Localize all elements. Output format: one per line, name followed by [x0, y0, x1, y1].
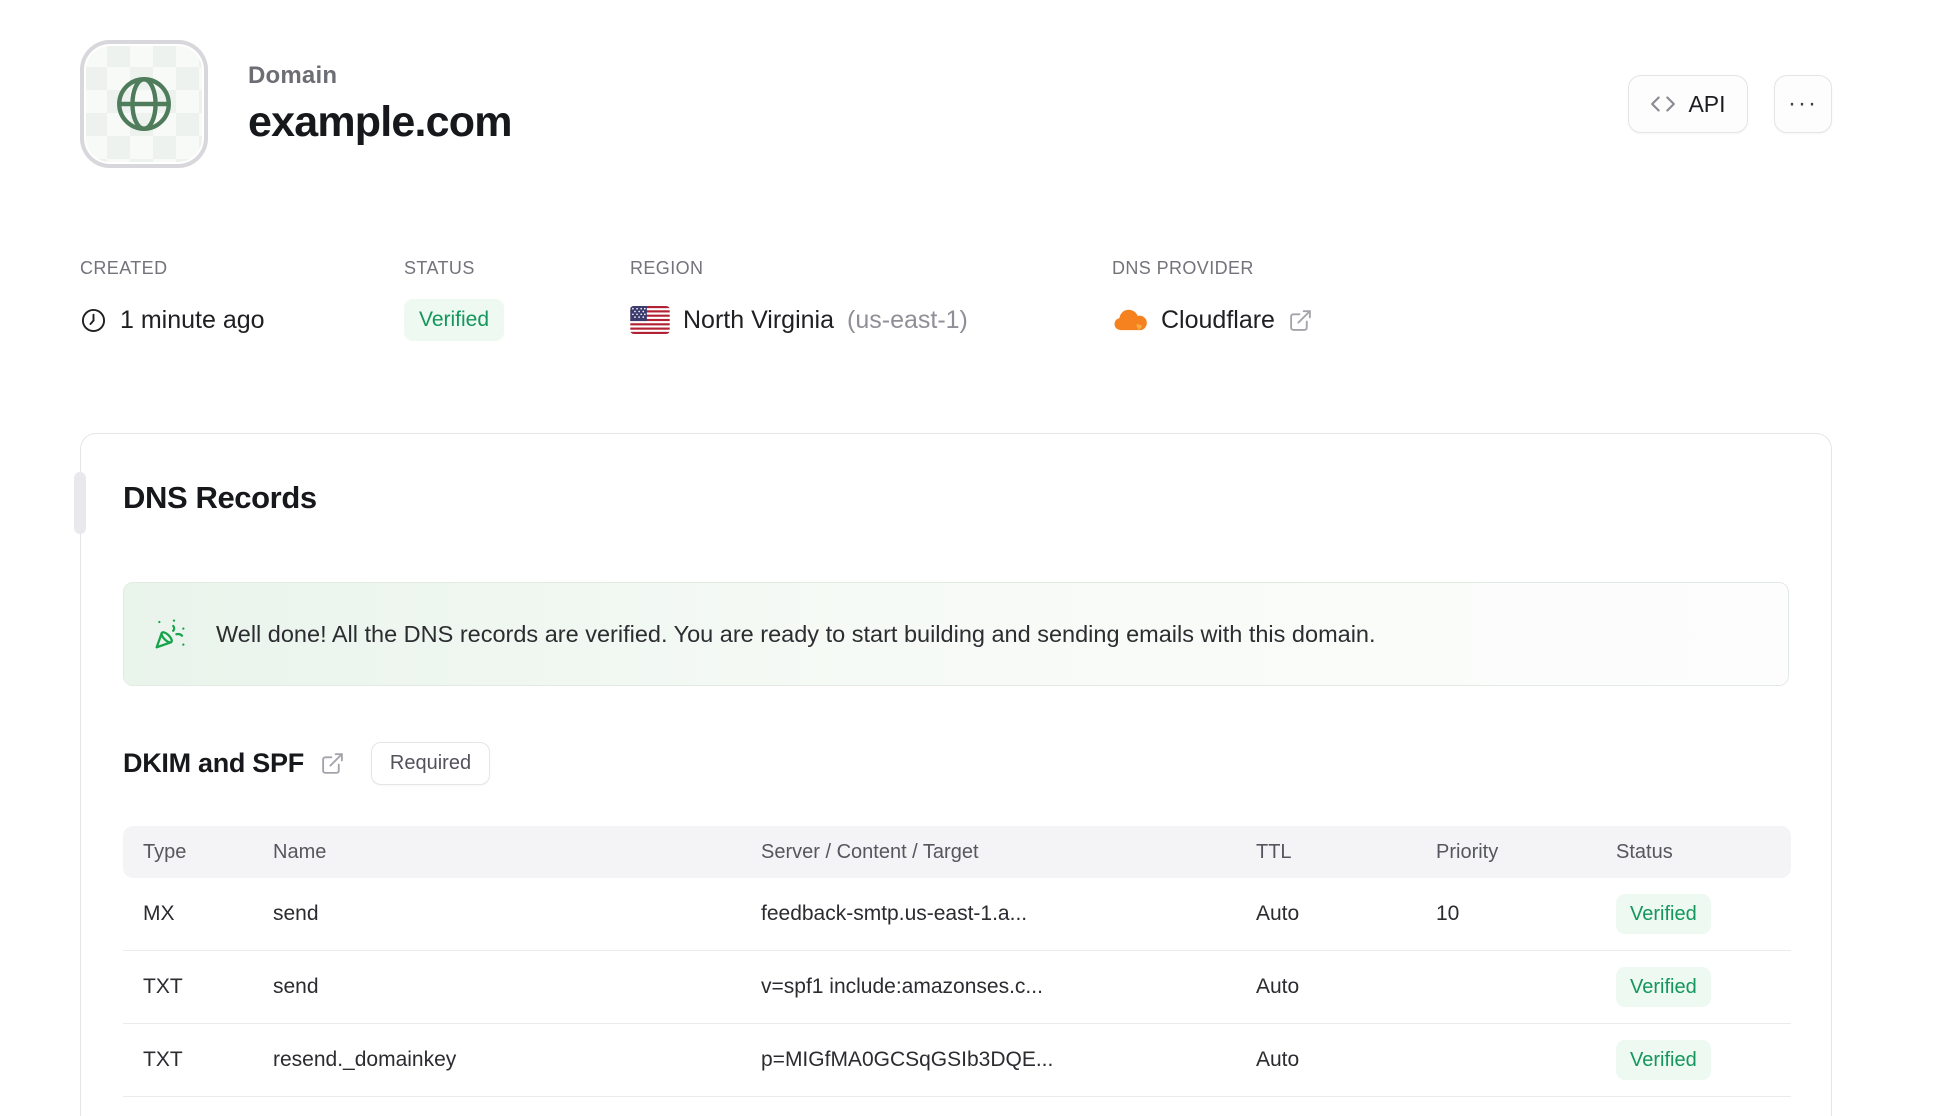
dns-records-title: DNS Records [123, 480, 317, 515]
status-badge: Verified [404, 299, 505, 341]
table-row: TXT resend._domainkey p=MIGfMA0GCSqGSIb3… [123, 1024, 1791, 1097]
verified-badge: Verified [1616, 894, 1711, 934]
column-header-status: Status [1616, 840, 1673, 863]
cloudflare-icon [1112, 308, 1148, 332]
success-banner: Well done! All the DNS records are verif… [123, 582, 1789, 686]
created-value: 1 minute ago [120, 305, 265, 334]
meta-created: CREATED 1 minute ago [80, 258, 404, 341]
cell-content: v=spf1 include:amazonses.c... [761, 975, 1043, 998]
table-row: MX send feedback-smtp.us-east-1.a... Aut… [123, 878, 1791, 951]
column-header-content: Server / Content / Target [761, 840, 979, 863]
required-badge: Required [370, 742, 491, 785]
column-header-type: Type [143, 840, 187, 863]
column-header-name: Name [273, 840, 327, 863]
dns-provider-label: DNS PROVIDER [1112, 258, 1254, 278]
cell-name: send [273, 902, 319, 925]
meta-dns-provider: DNS PROVIDER Cloudflare [1112, 258, 1313, 341]
meta-region: REGION North Virginia (us-east-1) [630, 258, 1112, 341]
domain-avatar [80, 40, 208, 168]
status-label: STATUS [404, 258, 475, 278]
success-message: Well done! All the DNS records are verif… [216, 620, 1376, 647]
cell-name: resend._domainkey [273, 1048, 457, 1071]
dns-records-table: Type Name Server / Content / Target TTL … [123, 826, 1791, 1097]
cell-type: TXT [143, 975, 183, 998]
cell-type: TXT [143, 1048, 183, 1071]
external-link-icon[interactable] [1288, 308, 1313, 333]
column-header-ttl: TTL [1256, 840, 1292, 863]
table-row: TXT send v=spf1 include:amazonses.c... A… [123, 951, 1791, 1024]
dkim-spf-title: DKIM and SPF [123, 748, 304, 778]
us-flag-icon [630, 306, 670, 334]
verified-badge: Verified [1616, 967, 1711, 1007]
dns-records-card: DNS Records Well done! All the DNS recor… [74, 433, 1832, 1116]
table-header-row: Type Name Server / Content / Target TTL … [123, 826, 1791, 878]
ellipsis-icon: ··· [1788, 90, 1818, 117]
region-label: REGION [630, 258, 704, 278]
dns-provider-value: Cloudflare [1161, 305, 1275, 334]
api-button-label: API [1688, 90, 1726, 117]
domain-meta: CREATED 1 minute ago STATUS Verified REG… [80, 258, 1832, 341]
more-options-button[interactable]: ··· [1774, 75, 1832, 133]
verified-badge: Verified [1616, 1040, 1711, 1080]
cell-name: send [273, 975, 319, 998]
domain-detail-page: Domain example.com API ··· CREATED 1 min… [0, 0, 1944, 1116]
column-header-priority: Priority [1436, 840, 1499, 863]
page-header: Domain example.com API ··· [80, 40, 1832, 168]
cell-content: p=MIGfMA0GCSqGSIb3DQE... [761, 1048, 1054, 1071]
page-title: example.com [248, 97, 512, 146]
title-block: Domain example.com [248, 62, 512, 147]
region-code: (us-east-1) [847, 305, 968, 334]
cell-status: Verified [1596, 1040, 1791, 1080]
cell-content: feedback-smtp.us-east-1.a... [761, 902, 1028, 925]
cell-ttl: Auto [1256, 902, 1300, 925]
cell-ttl: Auto [1256, 1048, 1300, 1071]
party-popper-icon [154, 618, 186, 650]
code-icon [1650, 91, 1676, 117]
created-label: CREATED [80, 258, 168, 278]
globe-icon [111, 71, 177, 137]
api-button[interactable]: API [1628, 75, 1748, 133]
cell-type: MX [143, 902, 175, 925]
cell-ttl: Auto [1256, 975, 1300, 998]
meta-status: STATUS Verified [404, 258, 630, 341]
cell-status: Verified [1596, 894, 1791, 934]
card-accent-tab [74, 472, 86, 534]
dkim-external-link-icon[interactable] [320, 751, 345, 776]
dkim-spf-section-header: DKIM and SPF Required [123, 742, 1789, 785]
cell-status: Verified [1596, 967, 1791, 1007]
clock-icon [80, 307, 107, 334]
region-value: North Virginia [683, 305, 835, 334]
entity-kicker: Domain [248, 61, 338, 89]
cell-priority: 10 [1436, 902, 1460, 925]
